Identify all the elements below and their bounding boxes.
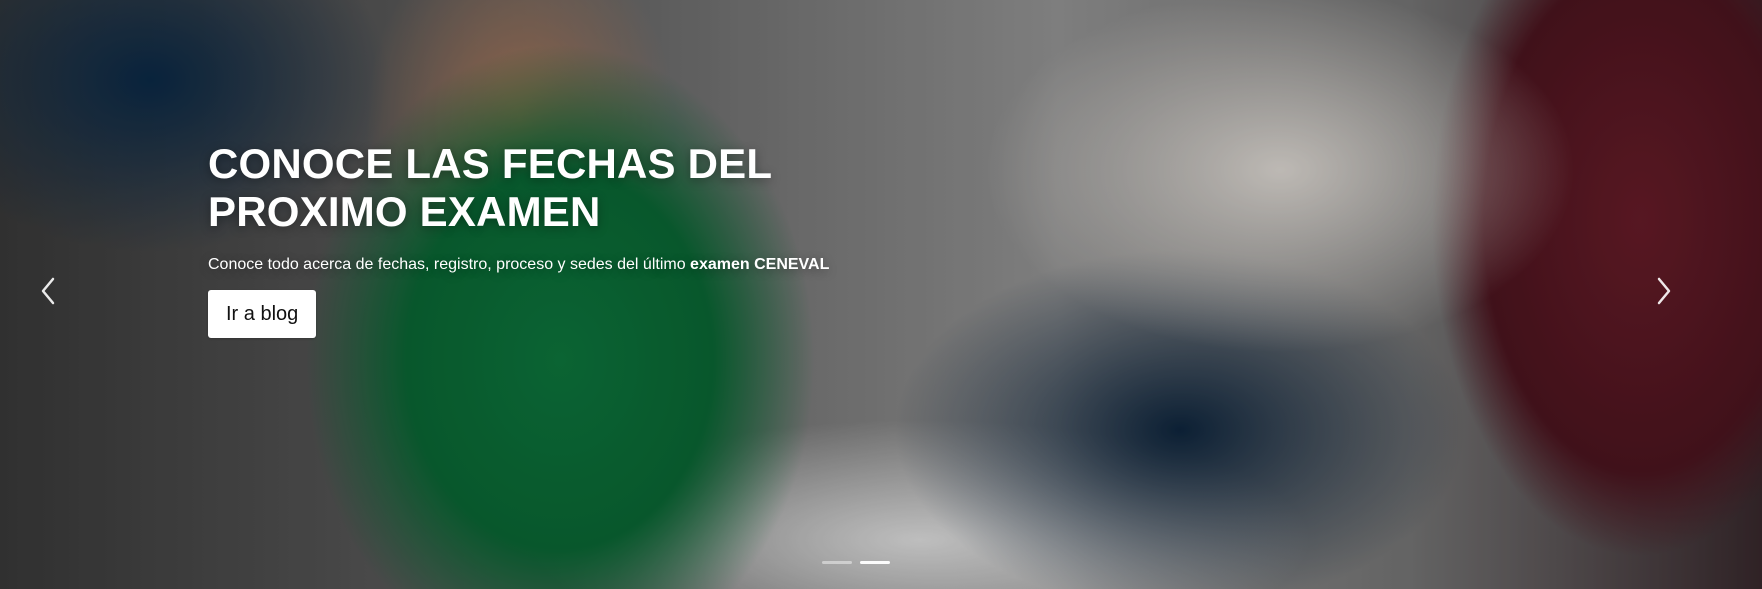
hero-content: CONOCE LAS FECHAS DEL PROXIMO EXAMEN Con… <box>208 140 1128 338</box>
carousel-next-button[interactable] <box>1650 276 1678 310</box>
hero-carousel: CONOCE LAS FECHAS DEL PROXIMO EXAMEN Con… <box>0 0 1762 589</box>
carousel-prev-button[interactable] <box>34 276 62 310</box>
carousel-indicator-1[interactable] <box>822 561 852 564</box>
chevron-right-icon <box>1655 277 1673 310</box>
hero-title: CONOCE LAS FECHAS DEL PROXIMO EXAMEN <box>208 140 1128 236</box>
carousel-indicator-2[interactable] <box>860 561 890 564</box>
hero-subtitle: Conoce todo acerca de fechas, registro, … <box>208 254 1128 276</box>
hero-title-line-2: PROXIMO EXAMEN <box>208 188 601 235</box>
carousel-indicators <box>822 561 890 564</box>
hero-subtitle-strong: examen CENEVAL <box>690 256 830 273</box>
go-to-blog-button[interactable]: Ir a blog <box>208 290 317 338</box>
hero-subtitle-text: Conoce todo acerca de fechas, registro, … <box>208 256 691 273</box>
chevron-left-icon <box>39 277 57 310</box>
hero-title-line-1: CONOCE LAS FECHAS DEL <box>208 140 773 187</box>
